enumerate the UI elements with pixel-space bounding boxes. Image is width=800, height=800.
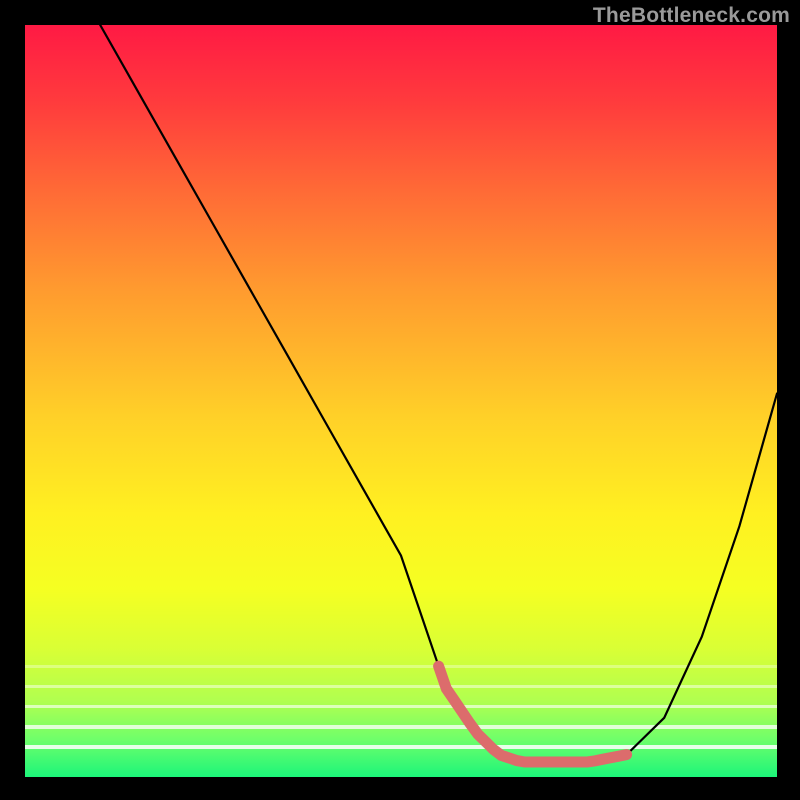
bottleneck-curve: [100, 25, 777, 762]
sweet-spot-highlight: [439, 666, 627, 762]
plot-area: [25, 25, 777, 777]
chart-svg: [25, 25, 777, 777]
